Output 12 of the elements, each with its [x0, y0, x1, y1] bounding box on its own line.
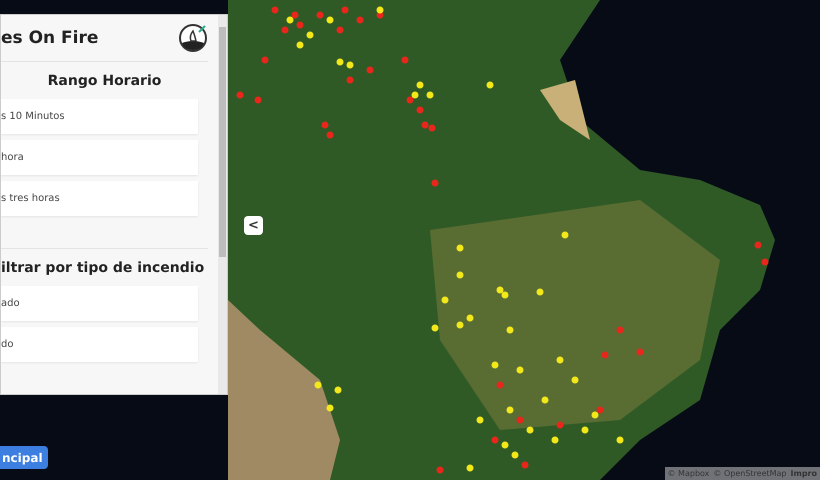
filter-option[interactable]: hora: [1, 140, 198, 175]
collapse-button[interactable]: <: [244, 216, 263, 235]
main-button[interactable]: ncipal: [0, 446, 48, 469]
app-title: es On Fire: [1, 28, 98, 48]
filter-option[interactable]: ado: [1, 286, 198, 321]
filter-option[interactable]: s 10 Minutos: [1, 99, 198, 134]
filter-option[interactable]: do: [1, 327, 198, 362]
section-heading: iltrar por tipo de incendio: [1, 259, 206, 278]
section-heading: Rango Horario: [46, 72, 162, 91]
fire-logo-icon: [178, 23, 208, 53]
filter-option[interactable]: s tres horas: [1, 181, 198, 216]
scrollbar[interactable]: [218, 15, 227, 394]
